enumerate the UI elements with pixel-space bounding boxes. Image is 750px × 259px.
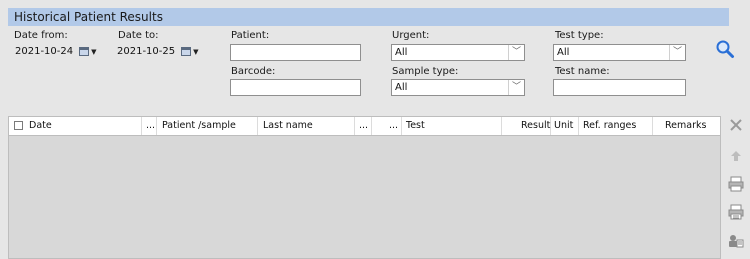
date-to-label: Date to: [118,30,159,41]
urgent-select-value: All [395,47,408,58]
patient-card-button[interactable] [725,230,747,252]
test-type-label: Test type: [555,30,604,41]
urgent-label: Urgent: [392,30,430,41]
print-button[interactable] [725,173,747,195]
print-list-button[interactable] [725,201,747,223]
printer-icon [728,176,744,192]
upload-button[interactable] [725,145,747,167]
sample-type-select-value: All [395,82,408,93]
barcode-input[interactable] [230,79,361,96]
date-to-value: 2021-10-25 [117,46,176,57]
results-grid[interactable]: Date ... Patient /sample Last name ... .… [8,116,721,259]
delete-button[interactable] [725,114,747,136]
test-type-select[interactable]: All ﹀ [553,44,686,61]
upload-icon [731,151,741,161]
date-from-calendar-button[interactable]: ▼ [79,47,97,56]
calendar-icon [181,47,192,56]
chevron-down-icon[interactable]: ﹀ [508,45,524,60]
barcode-label: Barcode: [231,66,276,77]
date-from-label: Date from: [14,30,68,41]
panel-title: Historical Patient Results [8,8,729,26]
grid-header: Date ... Patient /sample Last name ... .… [9,117,720,136]
column-header-remarks[interactable]: Remarks [661,117,721,135]
test-name-input[interactable] [553,79,686,96]
sample-type-select[interactable]: All ﹀ [391,79,525,96]
column-header-more[interactable]: ... [386,117,402,135]
date-to-calendar-button[interactable]: ▼ [181,47,199,56]
column-header-date[interactable]: Date [25,117,142,135]
sample-type-label: Sample type: [392,66,459,77]
caret-down-icon: ▼ [193,47,199,56]
column-header-patient-sample[interactable]: Patient /sample [158,117,258,135]
column-header-ref-ranges[interactable]: Ref. ranges [579,117,653,135]
date-to-field[interactable]: 2021-10-25 ▼ [116,43,199,60]
column-header-unit[interactable]: Unit [550,117,579,135]
column-header-more[interactable]: ... [143,117,157,135]
calendar-icon [79,47,90,56]
caret-down-icon: ▼ [91,47,97,56]
chevron-down-icon[interactable]: ﹀ [508,80,524,95]
date-from-value: 2021-10-24 [15,46,74,57]
close-icon [730,119,742,131]
date-from-field[interactable]: 2021-10-24 ▼ [14,43,97,60]
search-button[interactable] [713,37,737,61]
select-all-checkbox[interactable] [14,121,23,130]
print-list-icon [728,204,744,220]
test-type-select-value: All [557,47,570,58]
urgent-select[interactable]: All ﹀ [391,44,525,61]
search-icon [716,40,734,58]
column-header-result[interactable]: Result [517,117,551,135]
test-name-label: Test name: [555,66,610,77]
patient-label: Patient: [231,30,270,41]
column-header-test[interactable]: Test [402,117,502,135]
column-header-more[interactable]: ... [356,117,372,135]
column-header-last-name[interactable]: Last name [259,117,355,135]
patient-input[interactable] [230,44,361,61]
chevron-down-icon[interactable]: ﹀ [669,45,685,60]
patient-card-icon [729,235,744,248]
